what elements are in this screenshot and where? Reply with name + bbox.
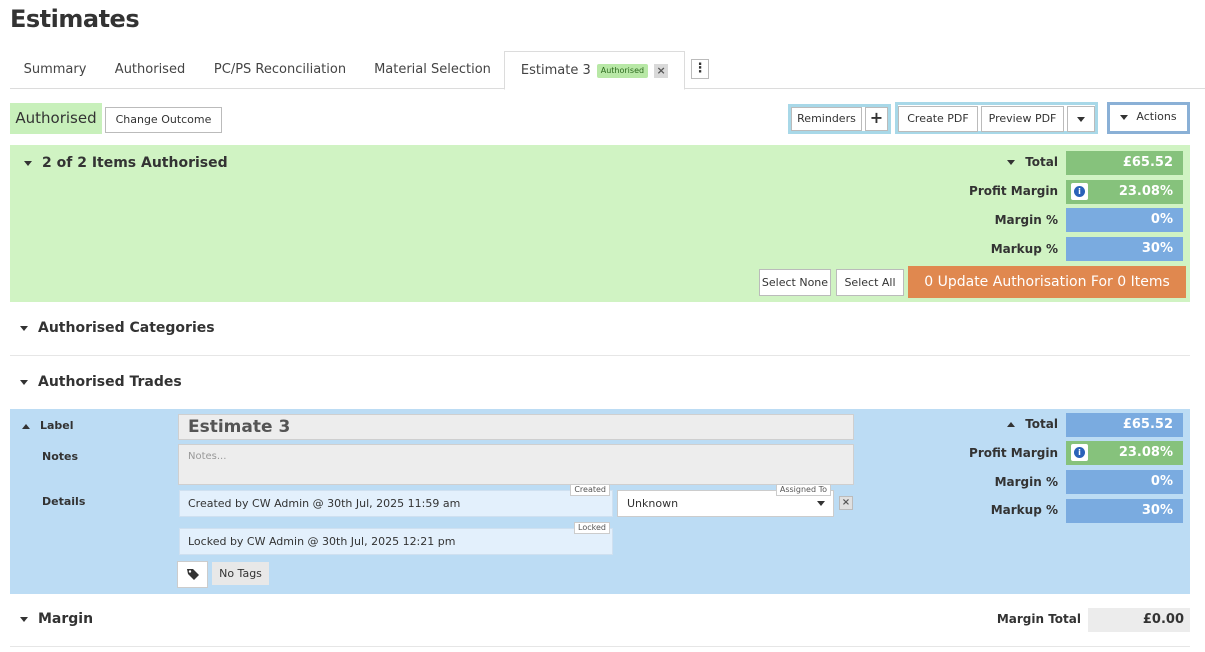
- chevron-down-icon: [20, 325, 28, 331]
- tag-icon: [187, 569, 199, 580]
- margin-total-label: Margin Total: [996, 612, 1081, 626]
- authorised-trades-toggle[interactable]: Authorised Trades: [20, 374, 182, 390]
- chevron-up-icon: [22, 423, 30, 429]
- markup-pct-value: 30%: [1066, 237, 1183, 261]
- estimate-markup-pct-value: 30%: [1066, 499, 1183, 523]
- estimate-markup-pct-label: Markup %: [990, 503, 1058, 517]
- chevron-down-icon: [1007, 160, 1016, 165]
- page-title: Estimates: [10, 5, 140, 33]
- estimate-margin-pct-label: Margin %: [994, 475, 1058, 489]
- reminders-button[interactable]: Reminders: [791, 107, 862, 131]
- tab-label: Authorised: [114, 62, 186, 77]
- estimate-total-label: Total: [1025, 417, 1058, 431]
- items-authorised-heading: 2 of 2 Items Authorised: [42, 155, 228, 171]
- created-info: Created by CW Admin @ 30th Jul, 2025 11:…: [179, 484, 613, 517]
- locked-info: Locked by CW Admin @ 30th Jul, 2025 12:2…: [179, 522, 613, 555]
- total-label: Total: [1025, 155, 1058, 169]
- tab-label: PC/PS Reconciliation: [213, 62, 347, 77]
- total-toggle[interactable]: Total: [900, 155, 1058, 169]
- margin-toggle[interactable]: Margin: [20, 611, 93, 627]
- created-tag: Created: [570, 484, 610, 496]
- tab-label: Summary: [23, 62, 87, 77]
- actions-button[interactable]: Actions: [1110, 105, 1187, 131]
- preview-pdf-button[interactable]: Preview PDF: [981, 106, 1064, 132]
- tab-bar: Summary Authorised PC/PS Reconciliation …: [10, 51, 1205, 90]
- label-field-label: Label: [40, 419, 74, 432]
- profit-margin-value: i 23.08%: [1066, 180, 1183, 204]
- label-toggle[interactable]: Label: [22, 419, 74, 432]
- margin-heading: Margin: [38, 611, 94, 627]
- markup-pct-label: Markup %: [990, 242, 1058, 256]
- notes-field-label: Notes: [42, 450, 79, 463]
- assigned-to-select[interactable]: Unknown Assigned To: [617, 484, 834, 517]
- authorised-categories-toggle[interactable]: Authorised Categories: [20, 320, 215, 336]
- divider: [10, 355, 1190, 356]
- chevron-down-icon: [1120, 114, 1129, 120]
- status-badge: Authorised: [10, 103, 102, 134]
- chevron-down-icon: [817, 501, 825, 506]
- details-field-label: Details: [42, 495, 86, 508]
- tab-material-selection[interactable]: Material Selection: [365, 51, 500, 89]
- chevron-down-icon: [1077, 116, 1085, 122]
- estimate-profit-margin-label: Profit Margin: [969, 446, 1058, 460]
- chevron-up-icon: [1007, 422, 1016, 427]
- estimate-total-value: £65.52: [1066, 413, 1183, 437]
- tab-label: Material Selection: [374, 62, 491, 77]
- plus-icon[interactable]: +: [865, 107, 888, 131]
- select-none-button[interactable]: Select None: [759, 269, 831, 296]
- info-icon[interactable]: i: [1071, 183, 1088, 200]
- margin-total-value: £0.00: [1088, 608, 1190, 632]
- margin-pct-label: Margin %: [994, 213, 1058, 227]
- estimate-profit-margin-value: i 23.08%: [1066, 441, 1183, 465]
- actions-label: Actions: [1136, 110, 1177, 123]
- select-all-button[interactable]: Select All: [836, 269, 904, 296]
- estimate-total-toggle[interactable]: Total: [900, 417, 1058, 431]
- divider: [10, 646, 1190, 647]
- no-tags-label: No Tags: [212, 562, 269, 585]
- tab-estimate-3[interactable]: Estimate 3 Authorised ×: [504, 51, 685, 90]
- close-icon[interactable]: ×: [654, 63, 669, 78]
- info-icon[interactable]: i: [1071, 444, 1088, 461]
- chevron-down-icon: [20, 379, 28, 385]
- tab-summary[interactable]: Summary: [10, 51, 100, 89]
- authorised-categories-heading: Authorised Categories: [38, 320, 215, 336]
- tab-pcps-reconciliation[interactable]: PC/PS Reconciliation: [205, 51, 355, 89]
- chevron-down-icon: [20, 616, 28, 622]
- tab-status-badge: Authorised: [596, 63, 649, 78]
- tab-label: Estimate 3: [520, 63, 591, 78]
- notes-input[interactable]: Notes...: [178, 444, 854, 485]
- profit-margin-text: 23.08%: [1118, 184, 1173, 199]
- change-outcome-button[interactable]: Change Outcome: [105, 107, 222, 133]
- total-value: £65.52: [1066, 151, 1183, 175]
- assigned-to-tag: Assigned To: [775, 484, 831, 496]
- locked-text: Locked by CW Admin @ 30th Jul, 2025 12:2…: [188, 535, 456, 548]
- estimate-profit-margin-text: 23.08%: [1118, 445, 1173, 460]
- items-authorised-toggle[interactable]: 2 of 2 Items Authorised: [24, 155, 228, 171]
- authorised-trades-heading: Authorised Trades: [38, 374, 182, 390]
- estimate-margin-pct-value: 0%: [1066, 470, 1183, 494]
- label-input[interactable]: Estimate 3: [178, 414, 854, 440]
- create-pdf-button[interactable]: Create PDF: [898, 106, 978, 132]
- chevron-down-icon: [24, 160, 32, 166]
- created-text: Created by CW Admin @ 30th Jul, 2025 11:…: [188, 497, 461, 510]
- close-icon[interactable]: ×: [839, 496, 853, 510]
- update-authorisation-button[interactable]: 0 Update Authorisation For 0 Items: [908, 266, 1186, 298]
- locked-tag: Locked: [574, 522, 610, 534]
- pdf-dropdown-button[interactable]: [1067, 106, 1095, 132]
- assigned-to-value: Unknown: [627, 497, 679, 510]
- kebab-menu-icon[interactable]: ⋮: [691, 59, 709, 79]
- profit-margin-label: Profit Margin: [969, 184, 1058, 198]
- tab-authorised[interactable]: Authorised: [105, 51, 195, 89]
- margin-pct-value: 0%: [1066, 208, 1183, 232]
- tag-button[interactable]: [177, 561, 208, 588]
